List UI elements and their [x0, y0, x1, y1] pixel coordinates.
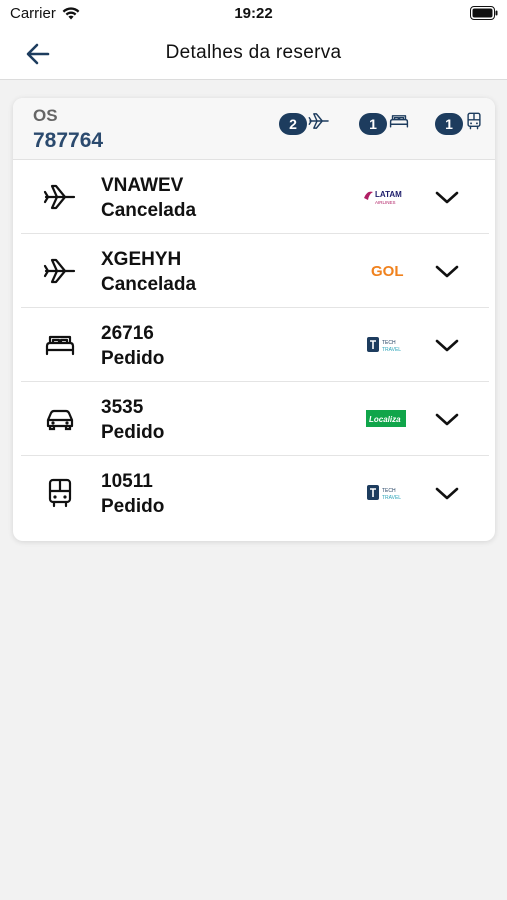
reservation-code: 26716 — [101, 323, 154, 344]
chevron-down-icon[interactable] — [435, 260, 459, 282]
summary-hotels: 1 — [359, 111, 410, 136]
reservation-status: Pedido — [101, 348, 165, 369]
hotel-count-badge: 1 — [359, 112, 387, 135]
reservation-status: Cancelada — [101, 200, 197, 221]
bus-icon — [43, 478, 77, 508]
reservation-code: 10511 — [101, 471, 153, 492]
flight-count-badge: 2 — [279, 112, 307, 135]
os-number: 787764 — [33, 129, 104, 152]
plane-icon — [307, 111, 330, 136]
reservation-status: Cancelada — [101, 274, 197, 295]
svg-text:TRAVEL: TRAVEL — [382, 347, 401, 353]
page-title: Detalhes da reserva — [165, 42, 342, 63]
chevron-down-icon[interactable] — [435, 334, 459, 356]
bus-icon — [463, 111, 484, 136]
reservation-code: VNAWEV — [101, 175, 184, 196]
bus-count-badge: 1 — [435, 112, 463, 135]
clock-time: 19:22 — [234, 5, 273, 22]
booking-header: OS 787764 2 1 1 — [13, 98, 495, 160]
reservation-code: XGEHYH — [101, 249, 182, 270]
svg-text:Localiza: Localiza — [369, 415, 401, 424]
svg-text:AIRLINES: AIRLINES — [375, 200, 396, 205]
reservation-status: Pedido — [101, 422, 165, 443]
svg-text:TECH: TECH — [382, 340, 396, 346]
reservation-row-car-3535[interactable]: 3535 Pedido Localiza — [21, 382, 489, 456]
reservation-row-flight-vnawev[interactable]: VNAWEV Cancelada LATAM AIRLINES — [21, 160, 489, 234]
os-label: OS — [33, 106, 58, 125]
plane-icon — [43, 256, 77, 286]
summary-buses: 1 — [435, 111, 484, 136]
battery-icon — [470, 6, 498, 25]
car-icon — [43, 404, 77, 434]
plane-icon — [43, 182, 77, 212]
status-bar: Carrier 19:22 — [0, 0, 507, 28]
chevron-down-icon[interactable] — [435, 408, 459, 430]
reservation-row-hotel-26716[interactable]: 26716 Pedido TECH TRAVEL — [21, 308, 489, 382]
bed-icon — [387, 111, 410, 136]
latam-logo: LATAM AIRLINES — [361, 184, 421, 210]
svg-text:TRAVEL: TRAVEL — [382, 495, 401, 501]
booking-card: OS 787764 2 1 1 VNAWEV Cancelada LATAM A… — [13, 98, 495, 541]
reservation-row-flight-xgehyh[interactable]: XGEHYH Cancelada GOL — [21, 234, 489, 308]
reservation-status: Pedido — [101, 496, 165, 517]
svg-text:GOL: GOL — [371, 263, 404, 280]
chevron-down-icon[interactable] — [435, 482, 459, 504]
tech-travel-logo: TECH TRAVEL — [361, 332, 421, 358]
tech-travel-logo: TECH TRAVEL — [361, 480, 421, 506]
localiza-logo: Localiza — [361, 406, 421, 432]
chevron-down-icon[interactable] — [435, 186, 459, 208]
bed-icon — [43, 330, 77, 360]
reservation-row-bus-10511[interactable]: 10511 Pedido TECH TRAVEL — [21, 456, 489, 530]
gol-logo: GOL — [361, 258, 421, 284]
svg-text:LATAM: LATAM — [375, 190, 402, 199]
summary-flights: 2 — [279, 111, 330, 136]
navigation-bar: Detalhes da reserva — [0, 28, 507, 80]
reservation-code: 3535 — [101, 397, 144, 418]
svg-text:TECH: TECH — [382, 488, 396, 494]
